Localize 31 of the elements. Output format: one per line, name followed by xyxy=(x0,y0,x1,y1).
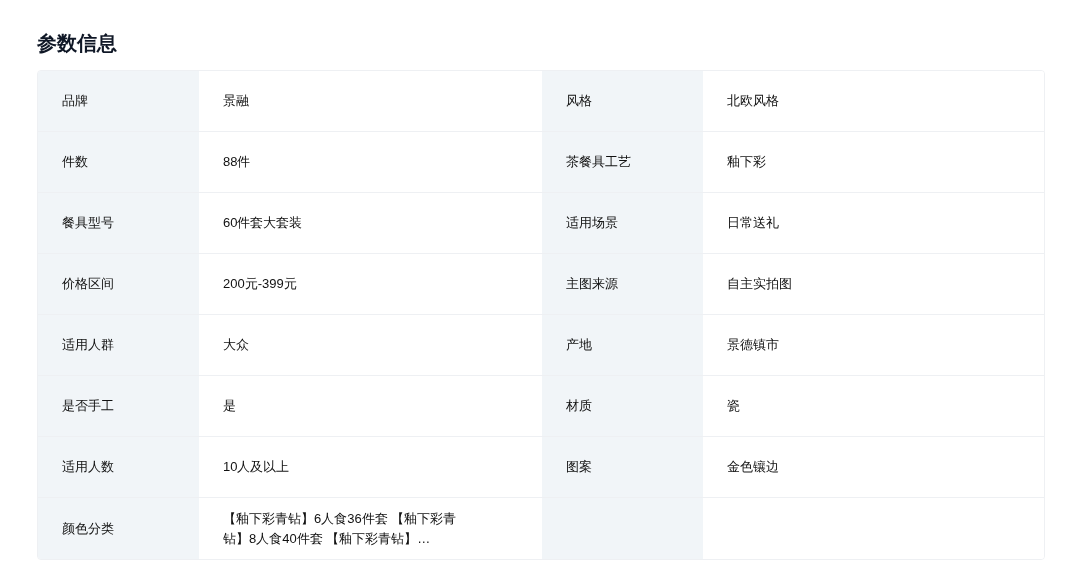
param-value: 88件 xyxy=(223,153,251,171)
param-label: 适用人数 xyxy=(62,458,114,477)
param-label: 风格 xyxy=(566,92,592,111)
param-value: 金色镶边 xyxy=(727,458,779,476)
param-value: 日常送礼 xyxy=(727,214,779,232)
param-value: 釉下彩 xyxy=(727,153,766,171)
param-label: 颜色分类 xyxy=(62,519,114,538)
param-value: 大众 xyxy=(223,336,249,354)
param-label: 品牌 xyxy=(62,92,88,111)
param-value: 瓷 xyxy=(727,397,740,415)
param-label: 主图来源 xyxy=(566,275,618,294)
section-title: 参数信息 xyxy=(37,31,118,56)
param-value: 10人及以上 xyxy=(223,458,290,476)
param-value: 200元-399元 xyxy=(223,275,297,293)
param-label: 材质 xyxy=(566,397,592,416)
param-value: 是 xyxy=(223,397,236,415)
param-label: 适用人群 xyxy=(62,336,114,355)
param-value: 自主实拍图 xyxy=(727,275,792,293)
param-label: 茶餐具工艺 xyxy=(566,153,631,172)
param-label: 是否手工 xyxy=(62,397,114,416)
param-label: 适用场景 xyxy=(566,214,618,233)
param-label: 价格区间 xyxy=(62,275,114,294)
param-value: 60件套大套装 xyxy=(223,214,303,232)
param-label: 图案 xyxy=(566,458,592,477)
param-value: 景融 xyxy=(223,92,249,110)
param-label: 产地 xyxy=(566,336,592,355)
param-label: 餐具型号 xyxy=(62,214,114,233)
param-value: 【釉下彩青钻】6人食36件套 【釉下彩青钻】8人食40件套 【釉下彩青钻】… xyxy=(223,509,458,548)
param-value: 景德镇市 xyxy=(727,336,779,354)
param-label: 件数 xyxy=(62,153,88,172)
param-value: 北欧风格 xyxy=(727,92,779,110)
